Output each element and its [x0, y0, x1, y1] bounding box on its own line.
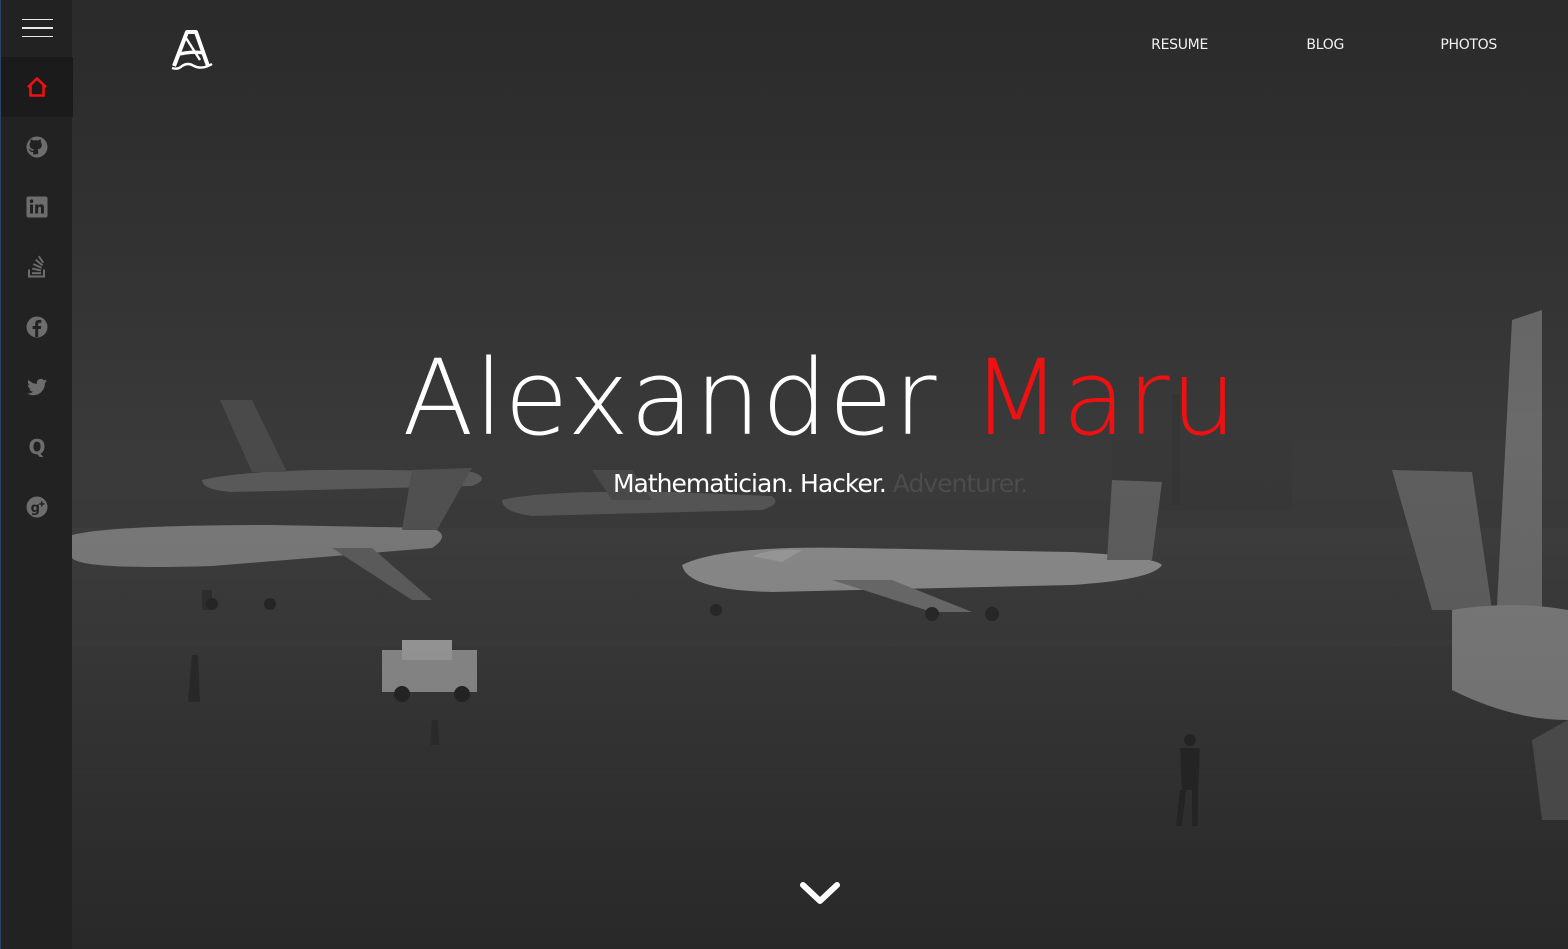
sidebar-item-stackoverflow[interactable] — [1, 237, 73, 297]
top-nav: RESUME BLOG PHOTOS — [1151, 36, 1497, 56]
twitter-icon — [26, 378, 47, 396]
nav-link-blog[interactable]: BLOG — [1306, 36, 1344, 54]
hero-first-name: Alexander — [402, 337, 938, 459]
facebook-icon — [26, 316, 48, 338]
logo-a-icon[interactable] — [170, 26, 216, 72]
stackoverflow-icon — [28, 255, 45, 278]
hero-last-name: Maru — [971, 337, 1238, 459]
svg-text:g: g — [31, 501, 40, 516]
home-icon — [27, 76, 47, 97]
hamburger-line — [21, 27, 53, 29]
sidebar: Q g — [0, 0, 73, 949]
hero-section: RESUME BLOG PHOTOS Alexander Maru Mathem… — [72, 0, 1568, 949]
linkedin-icon — [26, 196, 48, 218]
hamburger-line — [21, 35, 53, 38]
hero-name: Alexander Maru — [72, 338, 1568, 458]
nav-link-photos[interactable]: PHOTOS — [1440, 36, 1497, 54]
sidebar-item-github[interactable] — [1, 117, 73, 177]
sidebar-item-facebook[interactable] — [1, 297, 73, 357]
page: Q g RESUME BLOG PHOTOS Alexander Maru Ma… — [0, 0, 1568, 949]
github-icon — [26, 136, 48, 158]
nav-link-resume[interactable]: RESUME — [1151, 36, 1208, 54]
chevron-down-icon[interactable] — [799, 878, 841, 908]
sidebar-item-home[interactable] — [1, 57, 73, 117]
svg-text:Q: Q — [28, 435, 45, 459]
sidebar-item-quora[interactable]: Q — [1, 417, 73, 477]
tagline-rotating-word: Adventurer. — [892, 469, 1028, 498]
hero-tagline: Mathematician. Hacker. Adventurer. — [72, 468, 1568, 500]
sidebar-item-twitter[interactable] — [1, 357, 73, 417]
tagline-primary: Mathematician. Hacker. — [612, 469, 887, 498]
social-nav: Q g — [1, 57, 73, 537]
sidebar-item-google-plus[interactable]: g — [1, 477, 73, 537]
hamburger-line — [21, 18, 53, 21]
google-plus-icon: g — [26, 496, 48, 518]
hamburger-menu-button[interactable] — [1, 0, 73, 56]
sidebar-item-linkedin[interactable] — [1, 177, 73, 237]
quora-icon: Q — [28, 435, 45, 459]
